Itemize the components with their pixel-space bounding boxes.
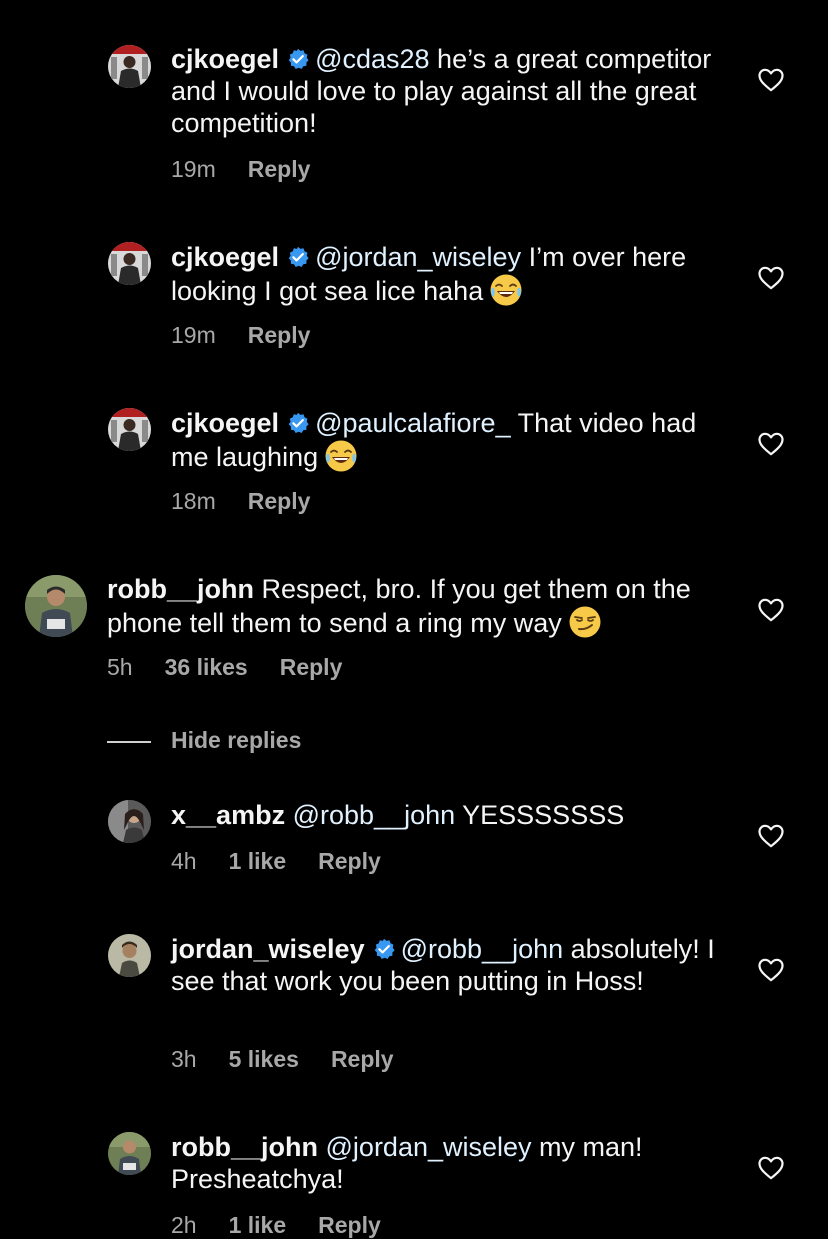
mention-link[interactable]: @robb__john (401, 934, 564, 964)
avatar[interactable] (108, 800, 151, 843)
verified-badge-icon (373, 938, 395, 960)
comment-meta: 4h 1 like Reply (171, 847, 381, 875)
username[interactable]: robb__john (107, 574, 254, 604)
reply-button[interactable]: Reply (318, 847, 381, 875)
likes-count[interactable]: 5 likes (229, 1045, 299, 1073)
smirking-face-icon (568, 605, 602, 639)
username[interactable]: jordan_wiseley (171, 934, 365, 964)
username[interactable]: cjkoegel (171, 44, 279, 74)
heart-icon[interactable] (758, 432, 784, 456)
avatar[interactable] (108, 934, 151, 977)
mention-link[interactable]: @paulcalafiore_ (315, 408, 511, 438)
mention-link[interactable]: @robb__john (293, 800, 456, 830)
hide-replies-button[interactable]: Hide replies (107, 726, 301, 754)
comment-meta: 19m Reply (171, 155, 310, 183)
timestamp: 3h (171, 1046, 197, 1072)
comment-meta: 2h 1 like Reply (171, 1211, 381, 1239)
mention-link[interactable]: @cdas28 (315, 44, 429, 74)
verified-badge-icon (287, 48, 309, 70)
likes-count[interactable]: 1 like (229, 847, 287, 875)
heart-icon[interactable] (758, 824, 784, 848)
heart-icon[interactable] (758, 958, 784, 982)
reply-button[interactable]: Reply (280, 653, 343, 681)
timestamp: 18m (171, 488, 216, 514)
comment-text: robb__john Respect, bro. If you get them… (107, 573, 727, 639)
username[interactable]: cjkoegel (171, 242, 279, 272)
reply-button[interactable]: Reply (248, 321, 311, 349)
username[interactable]: robb__john (171, 1132, 318, 1162)
reply-button[interactable]: Reply (331, 1045, 394, 1073)
face-with-tears-of-joy-icon (489, 273, 523, 307)
reply-button[interactable]: Reply (248, 487, 311, 515)
comment-text: cjkoegel @cdas28 he’s a great competitor … (171, 43, 731, 139)
verified-badge-icon (287, 246, 309, 268)
hide-replies-label: Hide replies (171, 727, 302, 753)
comment-meta: 5h 36 likes Reply (107, 653, 342, 681)
username[interactable]: cjkoegel (171, 408, 279, 438)
avatar[interactable] (25, 575, 87, 637)
comment-meta: 3h 5 likes Reply (171, 1045, 394, 1073)
comment-meta: 18m Reply (171, 487, 310, 515)
heart-icon[interactable] (758, 266, 784, 290)
likes-count[interactable]: 1 like (229, 1211, 287, 1239)
mention-link[interactable]: @jordan_wiseley (326, 1132, 532, 1162)
comment-text: cjkoegel @jordan_wiseley I’m over here lo… (171, 241, 731, 307)
avatar[interactable] (108, 242, 151, 285)
heart-icon[interactable] (758, 68, 784, 92)
reply-button[interactable]: Reply (248, 155, 311, 183)
timestamp: 19m (171, 156, 216, 182)
timestamp: 5h (107, 654, 133, 680)
comment-meta: 19m Reply (171, 321, 310, 349)
username[interactable]: x__ambz (171, 800, 285, 830)
comment-text: cjkoegel @paulcalafiore_ That video had m… (171, 407, 731, 473)
timestamp: 2h (171, 1212, 197, 1238)
avatar[interactable] (108, 408, 151, 451)
likes-count[interactable]: 36 likes (165, 653, 248, 681)
verified-badge-icon (287, 412, 309, 434)
comment-text: jordan_wiseley @robb__john absolutely! I … (171, 933, 731, 997)
avatar[interactable] (108, 45, 151, 88)
reply-button[interactable]: Reply (318, 1211, 381, 1239)
comment-body: YESSSSSSS (455, 800, 625, 830)
heart-icon[interactable] (758, 598, 784, 622)
timestamp: 4h (171, 848, 197, 874)
mention-link[interactable]: @jordan_wiseley (315, 242, 521, 272)
comment-text: x__ambz @robb__john YESSSSSSS (171, 799, 731, 831)
comment-text: robb__john @jordan_wiseley my man! Presh… (171, 1131, 731, 1195)
heart-icon[interactable] (758, 1156, 784, 1180)
thread-divider-line (107, 740, 151, 743)
avatar[interactable] (108, 1132, 151, 1175)
timestamp: 19m (171, 322, 216, 348)
face-with-tears-of-joy-icon (324, 439, 358, 473)
